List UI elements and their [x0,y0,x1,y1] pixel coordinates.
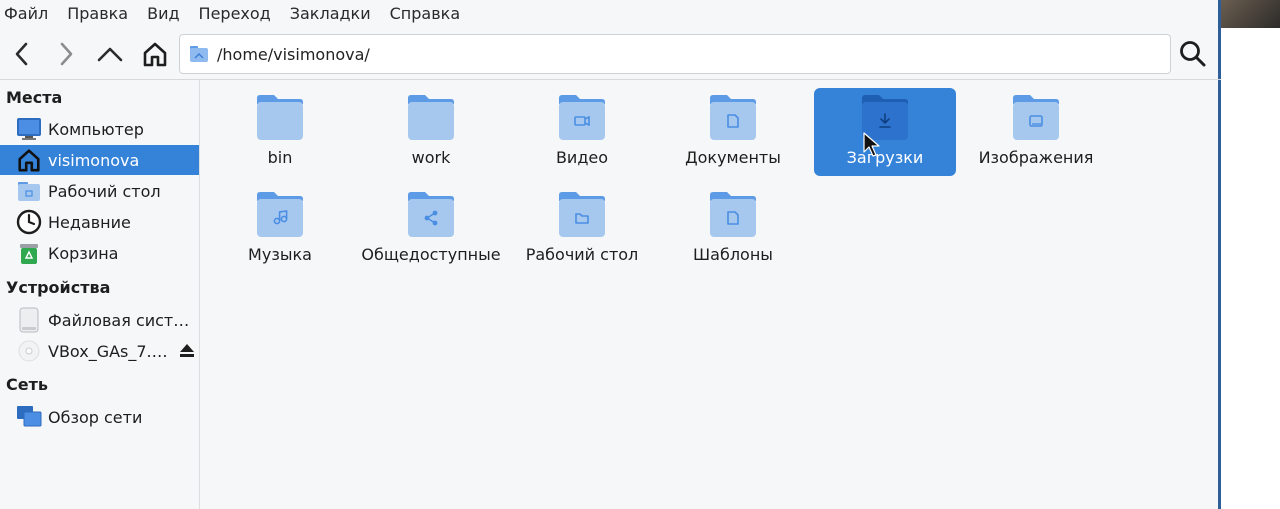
chevron-right-icon [60,42,73,66]
mouse-cursor-icon [863,132,880,157]
file-item-work[interactable]: work [360,88,502,176]
eject-icon[interactable] [179,342,195,362]
file-view: bin work Видео Документы Загрузки Изобра… [201,80,1221,509]
home-folder-icon [190,46,208,62]
folder-templates-icon [710,192,756,237]
menu-view[interactable]: Вид [147,4,179,23]
clock-icon [16,209,42,235]
file-item-desktop[interactable]: Рабочий стол [511,185,653,273]
section-devices-title: Устройства [6,278,111,297]
file-name: Видео [555,148,609,167]
file-name: Рабочий стол [525,245,639,264]
search-button[interactable] [1175,36,1211,72]
file-item-pictures[interactable]: Изображения [965,88,1107,176]
folder-icon [257,95,303,140]
network-icon [16,404,42,430]
folder-desktop-icon [559,192,605,237]
file-name: Общедоступные [361,245,501,264]
location-path: /home/visimonova/ [217,44,370,64]
sidebar-item-label: visimonova [48,150,140,170]
section-places-title: Места [6,88,63,107]
sidebar-item-vbox[interactable]: VBox_GAs_7.… [0,336,199,366]
file-item-templates[interactable]: Шаблоны [662,185,804,273]
menu-file[interactable]: Файл [4,4,48,23]
sidebar: Места Компьютер visimonova Рабочий стол … [0,80,200,509]
file-name: Загрузки [846,148,924,167]
desktop-folder-icon [16,178,42,204]
sidebar-item-label: Компьютер [48,119,144,139]
trash-icon [16,240,42,266]
file-item-bin[interactable]: bin [209,88,351,176]
file-name: work [411,148,451,167]
sidebar-item-label: Корзина [48,243,119,263]
back-button[interactable] [4,36,40,72]
sidebar-item-label: Файловая сист… [48,310,190,330]
file-name: Музыка [248,245,312,264]
sidebar-item-network[interactable]: Обзор сети [0,402,199,432]
menu-bookmarks[interactable]: Закладки [290,4,371,23]
folder-music-icon [257,192,303,237]
file-item-public[interactable]: Общедоступные [360,185,502,273]
location-bar[interactable]: /home/visimonova/ [179,34,1171,74]
drive-icon [16,307,42,333]
menu-help[interactable]: Справка [390,4,461,23]
file-name: Изображения [978,148,1094,167]
file-name: bin [267,148,293,167]
home-icon [16,147,42,173]
home-button[interactable] [137,36,173,72]
menu-edit[interactable]: Правка [67,4,128,23]
sidebar-item-label: Обзор сети [48,407,143,427]
monitor-icon [16,116,42,142]
folder-share-icon [408,192,454,237]
sidebar-item-home[interactable]: visimonova [0,145,199,175]
disc-icon [16,338,42,364]
sidebar-item-computer[interactable]: Компьютер [0,114,199,144]
folder-icon [408,95,454,140]
file-name: Документы [685,148,781,167]
file-item-documents[interactable]: Документы [662,88,804,176]
file-manager-window: Файл Правка Вид Переход Закладки Справка… [0,0,1221,509]
sidebar-item-label: VBox_GAs_7.… [48,341,168,361]
desktop-background [1224,28,1280,509]
forward-button[interactable] [48,36,84,72]
chevron-left-icon [15,42,28,66]
search-icon [1180,41,1206,67]
toolbar: /home/visimonova/ [0,28,1221,80]
sidebar-item-filesystem[interactable]: Файловая сист… [0,305,199,335]
file-item-video[interactable]: Видео [511,88,653,176]
menubar: Файл Правка Вид Переход Закладки Справка [0,0,1221,26]
file-item-music[interactable]: Музыка [209,185,351,273]
menu-go[interactable]: Переход [199,4,271,23]
file-item-downloads[interactable]: Загрузки [814,88,956,176]
sidebar-item-desktop[interactable]: Рабочий стол [0,176,199,206]
folder-video-icon [559,95,605,140]
up-button[interactable] [92,36,128,72]
sidebar-item-label: Недавние [48,212,131,232]
section-network-title: Сеть [6,375,48,394]
file-name: Шаблоны [693,245,773,264]
home-icon [143,42,167,67]
folder-documents-icon [710,95,756,140]
sidebar-item-trash[interactable]: Корзина [0,238,199,268]
sidebar-item-recent[interactable]: Недавние [0,207,199,237]
sidebar-item-label: Рабочий стол [48,181,161,201]
folder-pictures-icon [1013,95,1059,140]
chevron-up-icon [97,47,123,62]
